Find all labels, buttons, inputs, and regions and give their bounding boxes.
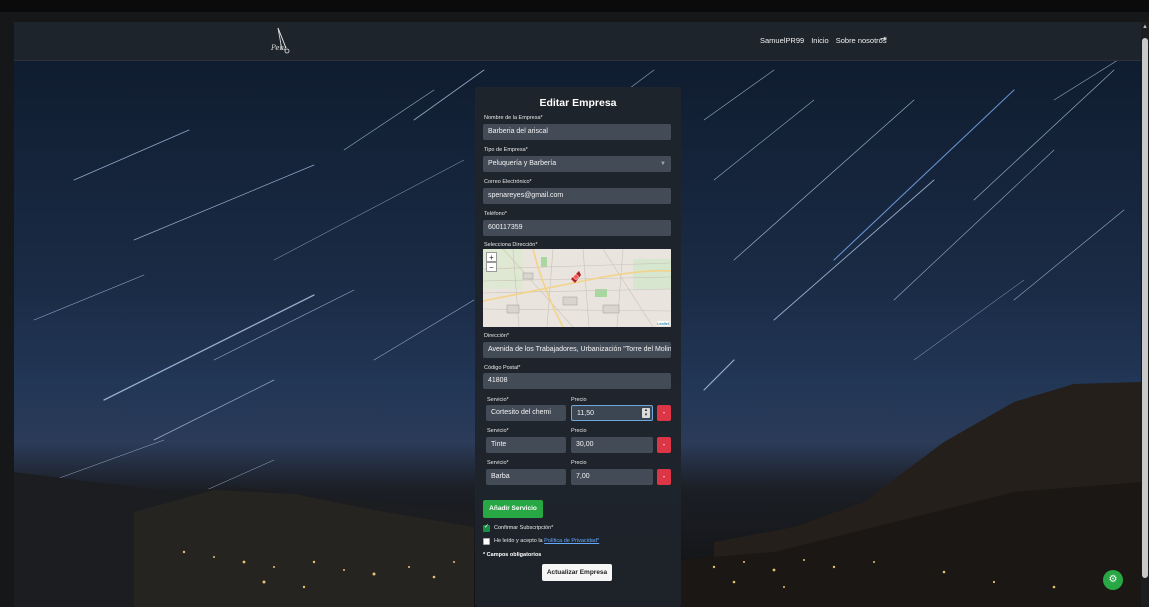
address-map[interactable]: + − Leaflet xyxy=(483,249,671,327)
spinner-arrows-icon[interactable]: ▴ ▾ xyxy=(642,408,650,418)
service-price-input[interactable]: 11,50 ▴ ▾ xyxy=(571,405,653,421)
phone-label: Teléfono* xyxy=(484,211,507,217)
service-label: Servicio* xyxy=(487,460,509,466)
company-name-label: Nombre de la Empresa* xyxy=(484,115,543,121)
service-price-value: 11,50 xyxy=(577,410,594,417)
form-title: Editar Empresa xyxy=(539,97,617,109)
required-fields-note: * Campos obligatorios xyxy=(483,552,542,558)
add-service-button[interactable]: Añadir Servicio xyxy=(483,500,543,518)
window-top-strip xyxy=(0,0,1149,12)
confirm-subscription-label: Confirmar Subscripción* xyxy=(494,525,554,531)
gear-icon[interactable]: ⚙ xyxy=(1103,570,1123,590)
postal-code-label: Código Postal* xyxy=(484,365,521,371)
update-company-button[interactable]: Actualizar Empresa xyxy=(542,564,612,581)
phone-input[interactable]: 600117359 xyxy=(483,220,671,236)
service-label: Servicio* xyxy=(487,397,509,403)
company-type-select[interactable]: Peluquería y Barbería ▼ xyxy=(483,156,671,172)
email-label: Correo Electrónico* xyxy=(484,179,532,185)
map-attribution-link[interactable]: Leaflet xyxy=(656,321,669,326)
price-label: Precio xyxy=(571,460,587,466)
map-zoom-out-button[interactable]: − xyxy=(486,262,497,272)
price-label: Precio xyxy=(571,397,587,403)
service-name-input[interactable]: Tinte xyxy=(486,437,566,453)
privacy-policy-link[interactable]: Política de Privacidad* xyxy=(544,538,599,544)
logo-text: Pelu xyxy=(271,44,287,52)
nav-about[interactable]: Sobre nosotros xyxy=(836,36,887,45)
service-name-input[interactable]: Cortesito del chemi xyxy=(486,405,566,421)
map-label: Selecciona Dirección* xyxy=(484,242,538,248)
nav-username[interactable]: SamuelPR99 xyxy=(760,36,804,45)
service-name-input[interactable]: Barba xyxy=(486,469,566,485)
company-name-input[interactable]: Barberia del ariscal xyxy=(483,124,671,140)
nav-home[interactable]: Inicio xyxy=(811,36,829,45)
company-type-label: Tipo de Empresa* xyxy=(484,147,528,153)
top-navbar: Pelu SamuelPR99 Inicio Sobre nosotros ⇥ xyxy=(14,22,1141,61)
postal-code-input[interactable]: 41808 xyxy=(483,373,671,389)
service-price-input[interactable]: 7,00 xyxy=(571,469,653,485)
edit-company-form: Editar Empresa Nombre de la Empresa* Bar… xyxy=(475,87,681,607)
map-tiles xyxy=(483,249,671,327)
address-label: Dirección* xyxy=(484,333,510,339)
remove-service-button[interactable]: - xyxy=(657,405,671,421)
address-input[interactable]: Avenida de los Trabajadores, Urbanizació… xyxy=(483,342,671,358)
nav-links: SamuelPR99 Inicio Sobre nosotros xyxy=(760,36,887,45)
remove-service-button[interactable]: - xyxy=(657,469,671,485)
logout-icon[interactable]: ⇥ xyxy=(880,34,887,43)
scroll-up-arrow-icon[interactable]: ▲ xyxy=(1142,24,1148,30)
remove-service-button[interactable]: - xyxy=(657,437,671,453)
service-price-input[interactable]: 30,00 xyxy=(571,437,653,453)
email-input[interactable]: spenareyes@gmail.com xyxy=(483,188,671,204)
confirm-subscription-checkbox[interactable] xyxy=(483,523,490,532)
scrollbar-thumb[interactable] xyxy=(1142,38,1148,578)
privacy-checkbox[interactable] xyxy=(483,538,490,545)
privacy-label: He leído y acepto la Política de Privaci… xyxy=(494,538,599,544)
price-label: Precio xyxy=(571,428,587,434)
company-type-value: Peluquería y Barbería xyxy=(488,160,557,167)
service-label: Servicio* xyxy=(487,428,509,434)
privacy-label-prefix: He leído y acepto la xyxy=(494,538,543,544)
chevron-down-icon: ▼ xyxy=(660,161,666,167)
map-zoom-in-button[interactable]: + xyxy=(486,252,497,262)
